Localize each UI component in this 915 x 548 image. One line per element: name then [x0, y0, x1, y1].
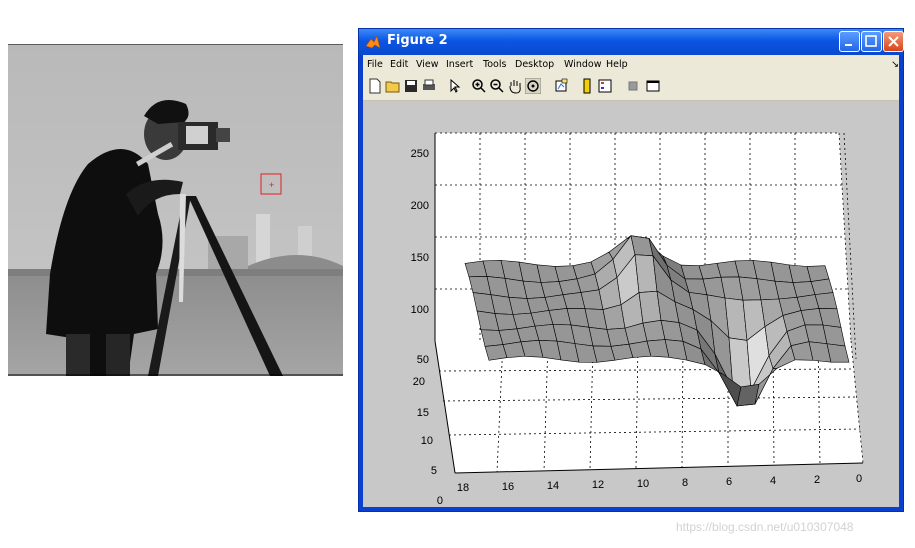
save-icon[interactable] [403, 78, 419, 94]
grayscale-photo-panel: + [8, 44, 343, 376]
x-tick-label: 4 [770, 475, 776, 487]
menu-insert[interactable]: Insert [446, 59, 473, 70]
plot-canvas[interactable]: 250 200 150 100 50 20 15 10 5 0 18 16 14… [363, 101, 899, 507]
figure-window[interactable]: Figure 2 File Edit View Insert Tools Des… [358, 28, 904, 512]
zoom-out-icon[interactable] [489, 78, 505, 94]
open-folder-icon[interactable] [385, 78, 401, 94]
z-tick-label: 150 [411, 252, 429, 264]
menu-tools[interactable]: Tools [483, 59, 506, 70]
menu-dock-arrow-icon[interactable]: ↘ [891, 59, 899, 70]
y-tick-label: 20 [413, 376, 425, 388]
legend-icon[interactable] [597, 78, 613, 94]
x-tick-label: 12 [592, 479, 604, 491]
rotate-3d-icon[interactable] [525, 78, 541, 94]
surface-facet [814, 292, 838, 310]
show-plot-tools-icon[interactable] [645, 78, 661, 94]
y-tick-label: 15 [417, 407, 429, 419]
data-cursor-icon[interactable] [553, 78, 569, 94]
titlebar[interactable]: Figure 2 [359, 29, 904, 55]
menu-view[interactable]: View [416, 59, 439, 70]
x-tick-label: 10 [637, 478, 649, 490]
matlab-logo-icon [365, 35, 381, 49]
menu-edit[interactable]: Edit [390, 59, 408, 70]
x-tick-label: 6 [726, 476, 732, 488]
zoom-in-icon[interactable] [471, 78, 487, 94]
z-tick-label: 50 [417, 354, 429, 366]
floor-plane [435, 341, 863, 473]
minimize-button[interactable] [839, 31, 860, 52]
x-tick-label: 0 [856, 473, 862, 485]
menu-window[interactable]: Window [564, 59, 601, 70]
maximize-icon [865, 35, 877, 47]
maximize-button[interactable] [861, 31, 882, 52]
menu-desktop[interactable]: Desktop [515, 59, 554, 70]
z-tick-label: 100 [411, 304, 429, 316]
watermark-url: https://blog.csdn.net/u010307048 [676, 520, 854, 534]
pointer-icon[interactable] [447, 78, 463, 94]
x-tick-label: 14 [547, 480, 559, 492]
menu-help[interactable]: Help [606, 59, 628, 70]
z-tick-label: 200 [411, 200, 429, 212]
surface-facet [810, 278, 834, 295]
hide-plot-tools-icon[interactable] [625, 78, 641, 94]
menu-file[interactable]: File [367, 59, 383, 70]
x-tick-label: 8 [682, 477, 688, 489]
y-tick-label: 0 [437, 495, 443, 507]
toolbar [363, 74, 899, 101]
colorbar-icon[interactable] [579, 78, 595, 94]
new-file-icon[interactable] [367, 78, 383, 94]
cameraman-image: + [8, 44, 343, 376]
menubar: File Edit View Insert Tools Desktop Wind… [363, 55, 899, 74]
z-tick-label: 250 [411, 148, 429, 160]
surface-plot[interactable]: 250 200 150 100 50 20 15 10 5 0 18 16 14… [363, 101, 899, 507]
window-title: Figure 2 [387, 33, 448, 48]
svg-text:+: + [269, 180, 274, 190]
close-button[interactable] [883, 31, 904, 52]
y-tick-label: 10 [421, 435, 433, 447]
x-tick-label: 18 [457, 482, 469, 494]
print-icon[interactable] [421, 78, 437, 94]
minimize-icon [845, 44, 852, 46]
y-tick-label: 5 [431, 465, 437, 477]
pan-hand-icon[interactable] [507, 78, 523, 94]
close-icon [888, 36, 899, 47]
x-tick-label: 2 [814, 474, 820, 486]
x-tick-label: 16 [502, 481, 514, 493]
